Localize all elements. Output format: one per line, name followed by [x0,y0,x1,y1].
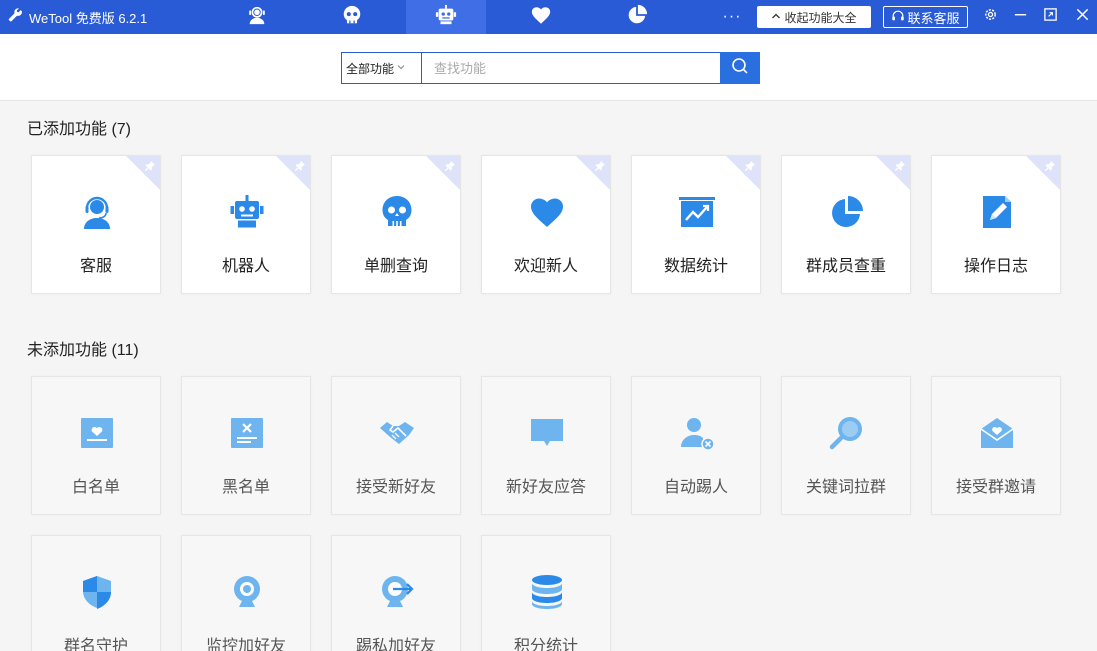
search-button[interactable] [720,52,760,84]
maximize-button[interactable] [1035,0,1065,34]
more-button[interactable]: ··· [722,0,742,34]
feature-label: 群成员查重 [805,258,886,275]
close-button[interactable] [1067,0,1097,34]
minimize-button[interactable] [1005,0,1035,34]
collapse-features-button[interactable]: 收起功能大全 [757,6,871,28]
added-section-title: 已添加功能 (7) [27,121,132,138]
feature-card-operation-log[interactable]: 操作日志 [931,155,1061,294]
feature-label: 黑名单 [221,479,270,496]
feature-label: 接受新好友 [355,479,436,496]
feature-card-whitelist[interactable]: 白名单 [31,376,161,515]
app-title-text: WeTool 免费版 6.2.1 [29,10,148,26]
feature-card-monitor-add[interactable]: 监控加好友 [181,535,311,651]
search-bar: 全部功能 [0,34,1097,101]
user-remove-icon [679,415,715,451]
feature-card-friend-reply[interactable]: 新好友应答 [481,376,611,515]
feature-label: 新好友应答 [505,479,586,496]
search-icon [731,57,749,80]
robot-icon [229,194,265,230]
search-scope-value: 全部功能 [346,61,395,76]
heart-icon [529,194,565,230]
chevron-down-icon [396,61,406,75]
chevron-up-icon [771,10,781,24]
chat-bubble-icon [529,415,565,451]
not-added-section-title: 未添加功能 (11) [27,342,139,359]
blacklist-icon [229,415,265,451]
feature-card-accept-group-invite[interactable]: 接受群邀请 [931,376,1061,515]
nav-tab-delete-check[interactable] [312,0,392,34]
feature-card-customer-service[interactable]: 客服 [31,155,161,294]
feature-card-kick-private-add[interactable]: 踢私加好友 [331,535,461,651]
contact-support-label: 联系客服 [907,10,960,26]
feature-card-robot[interactable]: 机器人 [181,155,311,294]
contact-support-button[interactable]: 联系客服 [883,6,968,28]
pin-icon[interactable] [144,159,156,171]
minimize-icon [1013,7,1028,27]
feature-card-blacklist[interactable]: 黑名单 [181,376,311,515]
feature-card-accept-friend[interactable]: 接受新好友 [331,376,461,515]
log-edit-icon [979,194,1015,230]
pie-chart-icon [829,194,865,230]
heart-icon [530,4,552,31]
line-chart-icon [679,194,715,230]
pin-icon[interactable] [294,159,306,171]
nav-tab-welcome[interactable] [501,0,581,34]
agent-icon [246,4,268,31]
webcam-icon [229,574,265,610]
skull-icon [379,194,415,230]
shield-icon [79,574,115,610]
kick-arrow-icon [379,574,415,610]
whitelist-icon [79,415,115,451]
wrench-icon [8,8,23,26]
pin-icon[interactable] [1044,159,1056,171]
feature-label: 接受群邀请 [955,479,1036,496]
feature-label: 机器人 [221,258,270,275]
feature-label: 积分统计 [513,638,578,651]
pie-chart-icon [626,4,648,31]
handshake-icon [379,415,415,451]
feature-card-delete-check[interactable]: 单删查询 [331,155,461,294]
settings-button[interactable] [975,0,1005,34]
pin-icon[interactable] [444,159,456,171]
feature-card-points-stats[interactable]: 积分统计 [481,535,611,651]
feature-card-auto-kick[interactable]: 自动踢人 [631,376,761,515]
feature-card-welcome[interactable]: 欢迎新人 [481,155,611,294]
feature-label: 关键词拉群 [805,479,886,496]
search-input[interactable] [421,52,721,84]
feature-label: 监控加好友 [205,638,286,651]
database-icon [529,574,565,610]
feature-label: 自动踢人 [663,479,728,496]
feature-card-keyword-group[interactable]: 关键词拉群 [781,376,911,515]
envelope-heart-icon [979,415,1015,451]
nav-tab-customer-service[interactable] [217,0,297,34]
feature-card-group-name-guard[interactable]: 群名守护 [31,535,161,651]
feature-label: 单删查询 [363,258,428,275]
pin-icon[interactable] [744,159,756,171]
gear-icon [983,7,998,27]
nav-tab-robot[interactable] [406,0,486,34]
skull-icon [341,4,363,31]
feature-label: 操作日志 [963,258,1028,275]
pin-icon[interactable] [594,159,606,171]
magnifier-icon [829,415,865,451]
feature-label: 群名守护 [63,638,128,651]
feature-label: 客服 [79,258,112,275]
feature-card-member-dedupe[interactable]: 群成员查重 [781,155,911,294]
app-title: WeTool 免费版 6.2.1 [8,0,147,34]
headset-icon [891,9,905,26]
feature-label: 白名单 [71,479,120,496]
close-icon [1075,7,1090,27]
nav-tab-statistics[interactable] [597,0,677,34]
feature-label: 数据统计 [663,258,728,275]
feature-label: 踢私加好友 [355,638,436,651]
collapse-features-label: 收起功能大全 [784,10,857,25]
title-bar: WeTool 免费版 6.2.1 ··· 收起功能大全 联系客服 [0,0,1097,34]
customer-service-icon [79,194,115,230]
feature-label: 欢迎新人 [513,258,578,275]
search-scope-select[interactable]: 全部功能 [341,52,421,84]
maximize-icon [1043,7,1058,27]
feature-card-statistics[interactable]: 数据统计 [631,155,761,294]
pin-icon[interactable] [894,159,906,171]
robot-icon [435,4,457,31]
